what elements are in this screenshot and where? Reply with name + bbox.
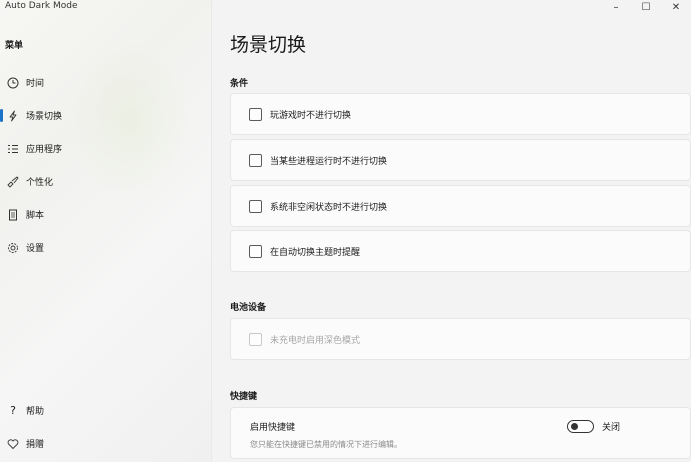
checkbox[interactable] <box>249 244 262 258</box>
page-title: 场景切换 <box>230 34 307 56</box>
condition-card-notify[interactable]: 在自动切换主题时提醒 <box>230 230 691 272</box>
sidebar-item-label: 捐赠 <box>26 440 45 450</box>
hotkeys-card: 启用快捷键 您只能在快捷键已禁用的情况下进行编辑。 关闭 <box>230 407 691 459</box>
lightning-icon <box>6 109 20 123</box>
sidebar-item-label: 时间 <box>26 79 45 89</box>
sidebar-item-label: 脚本 <box>26 211 45 221</box>
condition-card-processes[interactable]: 当某些进程运行时不进行切换 <box>230 139 691 181</box>
sidebar-item-scene-switch[interactable]: 场景切换 <box>0 99 212 132</box>
sidebar-item-help[interactable]: ? 帮助 <box>0 394 212 427</box>
clock-icon <box>6 76 20 90</box>
checkbox-label: 玩游戏时不进行切换 <box>270 110 352 121</box>
heart-icon <box>6 437 20 451</box>
sidebar-item-donate[interactable]: 捐赠 <box>0 427 212 460</box>
checkbox[interactable] <box>249 153 262 167</box>
section-label-battery: 电池设备 <box>230 303 267 313</box>
question-icon: ? <box>10 404 16 417</box>
toggle-state-label: 关闭 <box>602 423 621 433</box>
sidebar-bottom-nav: ? 帮助 捐赠 <box>0 394 212 460</box>
sidebar-item-apps[interactable]: 应用程序 <box>0 132 212 165</box>
sidebar-item-label: 应用程序 <box>26 145 63 155</box>
sidebar-item-label: 个性化 <box>26 178 54 188</box>
sidebar-item-label: 场景切换 <box>26 112 63 122</box>
app-window: Auto Dark Mode 菜单 时间 场景切换 应用程序 个性化 脚本 设置… <box>0 0 691 462</box>
sidebar-nav: 时间 场景切换 应用程序 个性化 脚本 设置 <box>0 66 212 264</box>
sidebar-item-label: 帮助 <box>26 407 45 417</box>
checkbox[interactable] <box>249 199 262 213</box>
condition-card-system-idle[interactable]: 系统非空闲状态时不进行切换 <box>230 185 691 227</box>
main-content: 场景切换 条件 玩游戏时不进行切换 当某些进程运行时不进行切换 系统非空闲状态时… <box>213 0 691 462</box>
sidebar: Auto Dark Mode 菜单 时间 场景切换 应用程序 个性化 脚本 设置… <box>0 0 212 462</box>
section-label-hotkeys: 快捷键 <box>230 392 258 402</box>
hotkeys-toggle[interactable] <box>567 420 594 433</box>
checkbox-label: 当某些进程运行时不进行切换 <box>270 156 388 167</box>
checkbox-label: 系统非空闲状态时不进行切换 <box>270 202 388 213</box>
sidebar-item-settings[interactable]: 设置 <box>0 231 212 264</box>
section-label-conditions: 条件 <box>230 79 249 89</box>
list-icon <box>6 142 20 156</box>
checkbox-label: 未充电时启用深色模式 <box>270 335 361 346</box>
menu-label: 菜单 <box>5 41 24 51</box>
hotkeys-description: 您只能在快捷键已禁用的情况下进行编辑。 <box>250 440 402 449</box>
document-icon <box>6 208 20 222</box>
checkbox <box>249 332 262 346</box>
checkbox-label: 在自动切换主题时提醒 <box>270 247 361 258</box>
sidebar-item-time[interactable]: 时间 <box>0 66 212 99</box>
sidebar-item-personalize[interactable]: 个性化 <box>0 165 212 198</box>
condition-card-gaming[interactable]: 玩游戏时不进行切换 <box>230 93 691 135</box>
app-title: Auto Dark Mode <box>5 1 78 11</box>
gear-icon <box>6 241 20 255</box>
sidebar-item-scripts[interactable]: 脚本 <box>0 198 212 231</box>
brush-icon <box>6 175 20 189</box>
checkbox[interactable] <box>249 107 262 121</box>
sidebar-item-label: 设置 <box>26 244 45 254</box>
hotkeys-enable-label: 启用快捷键 <box>250 423 296 433</box>
battery-card-dark-mode: 未充电时启用深色模式 <box>230 318 691 360</box>
toggle-knob <box>571 423 578 430</box>
hotkeys-toggle-group: 关闭 <box>567 420 620 433</box>
